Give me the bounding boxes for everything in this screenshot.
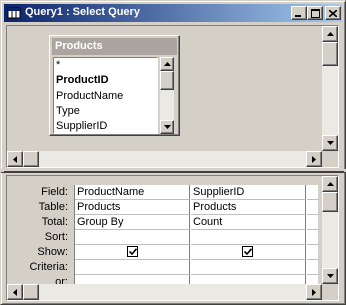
row-label-criteria: Criteria: (29, 261, 68, 273)
grid-cell-sort[interactable] (75, 230, 190, 245)
grid-cell-field[interactable]: SupplierID (191, 185, 306, 200)
close-button[interactable] (325, 6, 341, 20)
grid-scroll-corner (322, 284, 338, 300)
table-pane[interactable]: Products * ProductID ProductName Type Su… (6, 25, 339, 168)
design-grid-pane[interactable]: Field: Table: Total: Sort: Show: Criteri… (6, 175, 339, 301)
grid-cell-total[interactable]: Group By (75, 215, 190, 230)
row-label-total: Total: (41, 216, 68, 228)
row-label-show: Show: (37, 246, 68, 258)
field-list-scroll-up[interactable] (160, 57, 174, 71)
grid-scroll-right[interactable] (306, 284, 322, 300)
grid-cell-total[interactable]: Count (191, 215, 306, 230)
upper-scroll-down[interactable] (322, 135, 338, 151)
grid-scroll-thumb[interactable] (322, 192, 338, 212)
row-label-sort: Sort: (44, 231, 68, 243)
row-label-field: Field: (41, 186, 68, 198)
show-checkbox[interactable] (242, 246, 253, 257)
grid-cell-empty[interactable] (307, 260, 319, 275)
arrow-left-icon (13, 288, 17, 296)
show-checkbox[interactable] (127, 246, 138, 257)
arrow-right-icon (312, 288, 316, 296)
window-title: Query1 : Select Query (25, 6, 140, 18)
grid-cell-empty[interactable] (307, 245, 319, 260)
checkmark-icon (243, 248, 252, 255)
maximize-button[interactable] (307, 6, 323, 20)
arrow-down-icon (326, 141, 334, 145)
maximize-icon (310, 8, 320, 18)
upper-hscroll-thumb[interactable] (23, 151, 39, 167)
grid-cell-show[interactable] (75, 245, 190, 260)
upper-scroll-left[interactable] (7, 151, 23, 167)
grid-cell-table[interactable]: Products (191, 200, 306, 215)
field-list-item[interactable]: ProductName (54, 89, 157, 104)
grid-cell-empty[interactable] (307, 230, 319, 245)
row-labels: Field: Table: Total: Sort: Show: Criteri… (7, 185, 71, 290)
query-window: Query1 : Select Query Products * Product… (0, 0, 346, 305)
grid-cell-field[interactable]: ProductName (75, 185, 190, 200)
grid-cell-empty[interactable] (307, 200, 319, 215)
grid-cell-table[interactable]: Products (75, 200, 190, 215)
arrow-down-icon (163, 125, 171, 129)
upper-hscroll-track[interactable] (39, 151, 306, 167)
minimize-icon (295, 14, 301, 17)
arrow-up-icon (326, 182, 334, 186)
grid-scroll-left[interactable] (7, 284, 23, 300)
upper-scroll-track[interactable] (322, 66, 338, 135)
query-icon (6, 5, 22, 21)
products-field-list[interactable]: Products * ProductID ProductName Type Su… (49, 35, 180, 136)
field-list-title[interactable]: Products (52, 38, 177, 55)
grid-cell-empty[interactable] (307, 185, 319, 200)
field-list-scroll-down[interactable] (160, 120, 174, 134)
grid-cell-sort[interactable] (191, 230, 306, 245)
title-bar[interactable]: Query1 : Select Query (4, 4, 342, 22)
row-label-table: Table: (38, 201, 68, 213)
splitter-line (4, 171, 344, 172)
arrow-right-icon (312, 155, 316, 163)
upper-scroll-up[interactable] (322, 26, 338, 42)
checkmark-icon (128, 248, 137, 255)
arrow-left-icon (13, 155, 17, 163)
field-list-item[interactable]: * (54, 58, 157, 73)
table-pane-canvas[interactable]: Products * ProductID ProductName Type Su… (7, 26, 321, 151)
grid-cell-criteria[interactable] (75, 260, 190, 275)
field-list-item[interactable]: Type (54, 104, 157, 119)
field-list-scroll-thumb[interactable] (160, 71, 174, 90)
close-icon (329, 9, 337, 17)
minimize-button[interactable] (291, 6, 307, 20)
grid-cell-empty[interactable] (307, 215, 319, 230)
grid-scroll-track[interactable] (322, 212, 338, 268)
upper-scroll-thumb[interactable] (322, 42, 338, 66)
grid-scroll-down[interactable] (322, 268, 338, 284)
upper-scroll-right[interactable] (306, 151, 322, 167)
grid-cell-show[interactable] (191, 245, 306, 260)
grid-hscroll-thumb[interactable] (23, 284, 39, 300)
arrow-up-icon (326, 32, 334, 36)
grid-cell-criteria[interactable] (191, 260, 306, 275)
design-grid[interactable]: ProductName Products Group By SupplierID… (74, 185, 319, 290)
arrow-down-icon (326, 274, 334, 278)
arrow-up-icon (163, 62, 171, 66)
field-list-item[interactable]: SupplierID (54, 119, 157, 133)
field-list-item-primary-key[interactable]: ProductID (54, 73, 157, 88)
scroll-corner (322, 151, 338, 167)
field-list-box[interactable]: * ProductID ProductName Type SupplierID (53, 57, 158, 134)
grid-scroll-up[interactable] (322, 176, 338, 192)
grid-hscroll-track[interactable] (39, 284, 306, 300)
